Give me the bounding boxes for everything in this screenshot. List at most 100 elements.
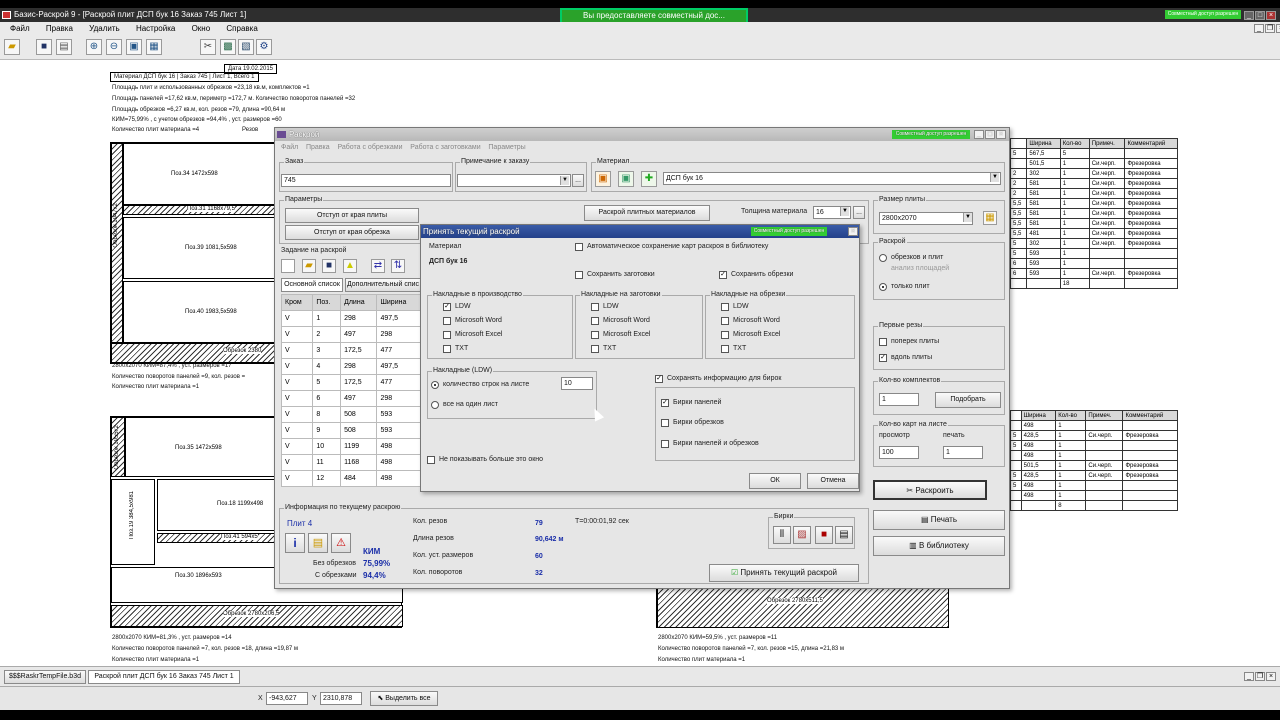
menu-help[interactable]: Справка — [226, 24, 257, 33]
table-row[interactable]: 5,5 581 1 Си.черп. Фрезеровка — [1009, 198, 1178, 209]
task-header-cell[interactable]: Ширина — [376, 294, 421, 311]
menu-window[interactable]: Окно — [192, 24, 211, 33]
plate-offset-button[interactable]: Отступ от края плиты — [285, 208, 419, 223]
table-row[interactable]: 498 1 — [1010, 450, 1178, 461]
material-select[interactable]: ДСП бук 16 — [663, 172, 1001, 185]
cancel-button[interactable]: Отмена — [807, 473, 859, 489]
table-row[interactable]: V 6 497 298 — [280, 390, 421, 407]
report-icon[interactable]: ▤ — [308, 533, 328, 553]
tags-panels-checkbox[interactable]: ✓ — [661, 399, 669, 407]
table-row[interactable]: V 2 497 298 — [280, 326, 421, 343]
material-add-icon[interactable]: ▣ — [595, 171, 611, 187]
table-row[interactable]: V 1 298 497,5 — [280, 310, 421, 327]
minimize-icon[interactable]: _ — [1244, 11, 1254, 20]
open-icon[interactable]: ▰ — [302, 259, 316, 273]
material-refresh-icon[interactable]: ▣ — [618, 171, 634, 187]
raskroy-menu-file[interactable]: Файл — [281, 144, 298, 151]
zoom-fit-icon[interactable]: ▣ — [126, 39, 142, 55]
zoom-in-icon[interactable]: ⊕ — [86, 39, 102, 55]
tab-extra-list[interactable]: Дополнительный спис — [345, 278, 421, 292]
print-button[interactable]: ▤ Печать — [873, 510, 1005, 530]
blanks-ldw-checkbox[interactable] — [591, 303, 599, 311]
scrap-offset-button[interactable]: Отступ от края обрезка — [285, 225, 419, 240]
mdi-restore-icon[interactable]: ❐ — [1265, 24, 1275, 33]
tab-main-list[interactable]: Основной список — [281, 278, 343, 292]
import-icon[interactable]: ▲ — [343, 259, 357, 273]
dialog-close-icon[interactable]: × — [848, 227, 858, 236]
view-input[interactable]: 100 — [879, 446, 919, 459]
table-row[interactable]: 6 593 1 — [1009, 258, 1178, 269]
thickness-chevron-icon[interactable]: ▼ — [840, 207, 849, 216]
table-row[interactable]: 5,5 481 1 Си.черп. Фрезеровка — [1009, 228, 1178, 239]
save-icon[interactable]: ■ — [36, 39, 52, 55]
taskbar-restore-icon[interactable]: ❐ — [1255, 672, 1265, 681]
tag-image-icon[interactable]: ▨ — [793, 526, 811, 544]
zoom-page-icon[interactable]: ▦ — [146, 39, 162, 55]
library-button[interactable]: ▥ В библиотеку — [873, 536, 1005, 556]
kits-input[interactable]: 1 — [879, 393, 919, 406]
task-header-cell[interactable]: Поз. — [312, 294, 342, 311]
along-checkbox[interactable]: ✓ — [879, 354, 887, 362]
table-row[interactable]: 501,5 1 Си.черп. Фрезеровка — [1010, 460, 1178, 471]
table-row[interactable]: 8 — [1010, 500, 1178, 511]
menu-delete[interactable]: Удалить — [89, 24, 120, 33]
across-checkbox[interactable] — [879, 338, 887, 346]
sort-icon[interactable]: ⇄ — [371, 259, 385, 273]
radio-plates-only[interactable] — [879, 283, 887, 291]
save-blanks-checkbox[interactable] — [575, 271, 583, 279]
table-row[interactable]: 5,5 581 1 Си.черп. Фрезеровка — [1009, 208, 1178, 219]
tags-both-checkbox[interactable] — [661, 440, 669, 448]
scraps-txt-checkbox[interactable] — [721, 345, 729, 353]
plate-size-chevron-icon[interactable]: ▼ — [963, 213, 972, 222]
mdi-minimize-icon[interactable]: _ — [1254, 24, 1264, 33]
zoom-out-icon[interactable]: ⊖ — [106, 39, 122, 55]
layout-tool-icon[interactable]: ▧ — [238, 39, 254, 55]
dont-show-checkbox[interactable] — [427, 456, 435, 464]
taskbar-minimize-icon[interactable]: _ — [1244, 672, 1254, 681]
table-row[interactable]: 5 428,5 1 Си.черп. Фрезеровка — [1010, 470, 1178, 481]
new-doc-icon[interactable]: ▯ — [281, 259, 295, 273]
table-row[interactable]: V 12 484 498 — [280, 470, 421, 487]
rows-per-sheet-radio[interactable] — [431, 381, 439, 389]
table-row[interactable]: 5 567,5 5 — [1009, 148, 1178, 159]
table-row[interactable]: 5 498 1 — [1010, 440, 1178, 451]
material-plus-icon[interactable]: ✚ — [641, 171, 657, 187]
raskroy-menu-params[interactable]: Параметры — [488, 144, 525, 151]
raskroit-button[interactable]: ✂ Раскроить — [873, 480, 987, 500]
cut-sheet-1[interactable]: Обрезок 1947х2 Поз.34 1472х598 Поз.31 11… — [110, 142, 277, 364]
table-row[interactable]: 6 593 1 Си.черп. Фрезеровка — [1009, 268, 1178, 279]
accept-current-button[interactable]: ☑ Принять текущий раскрой — [709, 564, 859, 582]
table-row[interactable]: V 5 172,5 477 — [280, 374, 421, 391]
task-header-cell[interactable]: Длина — [340, 294, 378, 311]
warning-icon[interactable]: ⚠ — [331, 533, 351, 553]
taskbar-current-doc[interactable]: Раскрой плит ДСП бук 16 Заказ 745 Лист 1 — [88, 670, 240, 684]
table-row[interactable]: 498 1 — [1010, 420, 1178, 431]
grid-tool-icon[interactable]: ▩ — [220, 39, 236, 55]
table-row[interactable]: V 4 298 497,5 — [280, 358, 421, 375]
order-input[interactable]: 745 — [281, 174, 451, 187]
select-all-button[interactable]: ⬉ Выделить все — [370, 691, 438, 706]
filter-icon[interactable]: ⇅ — [391, 259, 405, 273]
rows-per-sheet-input[interactable]: 10 — [561, 377, 593, 390]
blanks-excel-checkbox[interactable] — [591, 331, 599, 339]
tags-scraps-checkbox[interactable] — [661, 419, 669, 427]
chevron-down-icon[interactable]: ▼ — [560, 176, 569, 185]
pick-button[interactable]: Подобрать — [935, 392, 1001, 408]
table-row[interactable]: V 11 1168 498 — [280, 454, 421, 471]
prod-txt-checkbox[interactable] — [443, 345, 451, 353]
menu-file[interactable]: Файл — [10, 24, 30, 33]
menu-edit[interactable]: Правка — [46, 24, 73, 33]
scraps-excel-checkbox[interactable] — [721, 331, 729, 339]
all-on-sheet-radio[interactable] — [431, 401, 439, 409]
menu-settings[interactable]: Настройка — [136, 24, 175, 33]
prod-ldw-checkbox[interactable]: ✓ — [443, 303, 451, 311]
raskroy-menu-scraps[interactable]: Работа с обрезками — [337, 144, 402, 151]
prod-excel-checkbox[interactable] — [443, 331, 451, 339]
plate-size-select[interactable]: 2800х2070 — [879, 212, 973, 225]
table-row[interactable]: 5,5 581 1 Си.черп. Фрезеровка — [1009, 218, 1178, 229]
table-row[interactable]: 501,5 1 Си.черп. Фрезеровка — [1009, 158, 1178, 169]
tag-chart-icon[interactable]: ⫴ — [773, 526, 791, 544]
open-folder-icon[interactable]: ▰ — [4, 39, 20, 55]
tag-print-icon[interactable]: ▤ — [835, 526, 853, 544]
cut-tool-icon[interactable]: ✂ — [200, 39, 216, 55]
